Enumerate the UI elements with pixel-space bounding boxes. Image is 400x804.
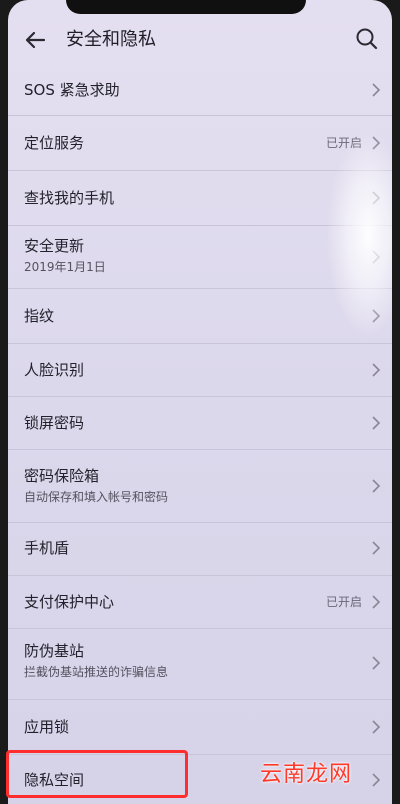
chevron-right-icon — [372, 83, 381, 97]
list-item-label: 查找我的手机 — [24, 189, 115, 207]
list-item-label: 定位服务 — [24, 134, 85, 152]
list-item-lock-screen-password[interactable]: 锁屏密码 — [8, 397, 392, 450]
list-item-location[interactable]: 定位服务 已开启 — [8, 116, 392, 171]
chevron-right-icon — [372, 136, 381, 150]
list-item-label: 应用锁 — [24, 718, 70, 736]
search-icon[interactable] — [354, 26, 380, 52]
list-item-subtitle: 自动保存和填入帐号和密码 — [24, 490, 169, 504]
chevron-right-icon — [372, 541, 381, 555]
list-item-label: 指纹 — [24, 307, 55, 325]
chevron-right-icon — [372, 479, 381, 493]
list-item-label: 密码保险箱 — [24, 467, 100, 485]
watermark: 云南龙网 — [260, 761, 353, 786]
list-item-password-vault[interactable]: 密码保险箱 自动保存和填入帐号和密码 — [8, 450, 392, 523]
chevron-right-icon — [372, 250, 381, 264]
chevron-right-icon — [372, 720, 381, 734]
page-title: 安全和隐私 — [66, 29, 156, 50]
list-item-find-my-phone[interactable]: 查找我的手机 — [8, 171, 392, 226]
list-item-label: 隐私空间 — [24, 771, 85, 789]
list-item-subtitle: 2019年1月1日 — [24, 260, 106, 274]
list-item-subtitle: 拦截伪基站推送的诈骗信息 — [24, 665, 169, 679]
list-item-fake-base-station[interactable]: 防伪基站 拦截伪基站推送的诈骗信息 — [8, 629, 392, 700]
chevron-right-icon — [372, 656, 381, 670]
list-item-phone-shield[interactable]: 手机盾 — [8, 523, 392, 576]
chevron-right-icon — [372, 416, 381, 430]
list-item-label: 安全更新 — [24, 237, 85, 255]
settings-list: SOS 紧急求助 定位服务 已开启 查找我的手机 安全更新 2019年1月1日 … — [8, 63, 392, 804]
list-item-security-update[interactable]: 安全更新 2019年1月1日 — [8, 226, 392, 289]
back-arrow-icon[interactable] — [22, 26, 50, 54]
status-text: 已开启 — [325, 136, 362, 150]
list-item-label: 人脸识别 — [24, 361, 85, 379]
chevron-right-icon — [372, 309, 381, 323]
list-item-label: 手机盾 — [24, 539, 70, 557]
list-item-label: SOS 紧急求助 — [24, 81, 120, 99]
phone-screen: 安全和隐私 SOS 紧急求助 定位服务 已开启 查找我的手机 安全更新 2019… — [8, 0, 392, 804]
list-item-fingerprint[interactable]: 指纹 — [8, 289, 392, 344]
chevron-right-icon — [372, 595, 381, 609]
list-item-label: 支付保护中心 — [24, 593, 115, 611]
app-header: 安全和隐私 — [8, 20, 392, 60]
camera-notch — [66, 0, 306, 14]
list-item-app-lock[interactable]: 应用锁 — [8, 700, 392, 755]
chevron-right-icon — [372, 363, 381, 377]
list-item-label: 锁屏密码 — [24, 414, 85, 432]
chevron-right-icon — [372, 191, 381, 205]
list-item-payment-protection[interactable]: 支付保护中心 已开启 — [8, 576, 392, 629]
chevron-right-icon — [372, 773, 381, 787]
list-item-face-recognition[interactable]: 人脸识别 — [8, 344, 392, 397]
list-item-sos[interactable]: SOS 紧急求助 — [8, 63, 392, 116]
list-item-label: 防伪基站 — [24, 642, 85, 660]
status-text: 已开启 — [325, 595, 362, 609]
